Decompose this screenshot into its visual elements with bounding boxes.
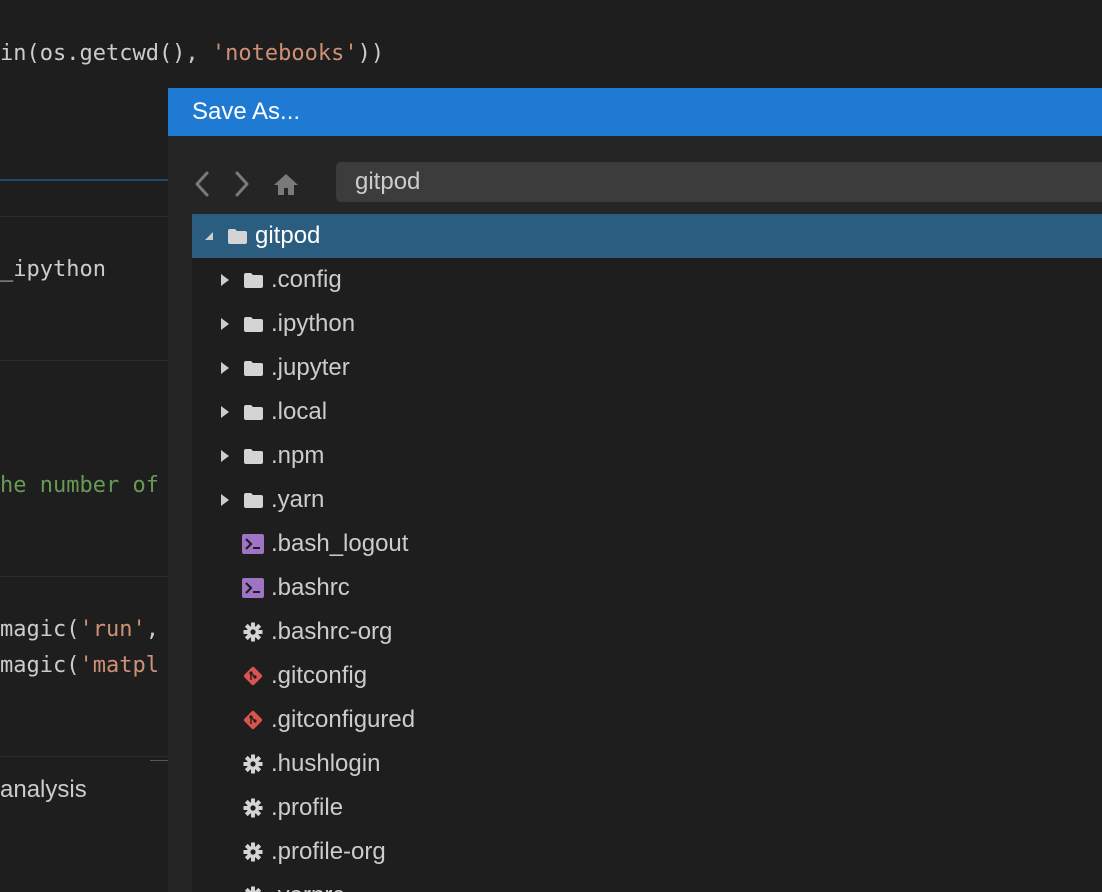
code-line[interactable]: magic('run', [0,612,159,648]
code-line[interactable]: in(os.getcwd(), 'notebooks')) [0,36,384,72]
gear-icon [242,621,264,643]
gear-icon [242,841,264,863]
tree-folder-row[interactable]: .npm [192,434,1102,478]
home-button[interactable] [270,168,302,200]
cell-divider [0,360,168,361]
folder-icon [242,401,264,423]
gear-icon [242,797,264,819]
code-text: magic( [0,653,80,678]
app-root: in(os.getcwd(), 'notebooks')) _ipython h… [0,0,1102,892]
folder-icon [242,445,264,467]
caret-right-icon[interactable] [220,362,230,374]
tree-folder-row[interactable]: .yarn [192,478,1102,522]
code-text: in(os.getcwd(), [0,41,212,66]
tree-file-row[interactable]: .gitconfig [192,654,1102,698]
code-text: , [145,617,159,642]
folder-icon [242,269,264,291]
caret-right-icon[interactable] [220,274,230,286]
folder-icon [242,313,264,335]
dialog-title: Save As... [168,88,1102,136]
path-input[interactable] [336,162,1102,202]
tree-item-label: .hushlogin [271,750,381,777]
code-comment: he number of [0,473,159,498]
caret-right-icon[interactable] [220,494,230,506]
caret-down-icon[interactable] [204,230,214,242]
tree-item-label: .npm [271,442,325,469]
code-string: 'notebooks' [211,41,358,66]
code-string: 'run' [79,617,146,642]
tree-item-label: .bash_logout [271,530,409,557]
tree-folder-row[interactable]: .config [192,258,1102,302]
folder-icon [242,357,264,379]
tree-file-row[interactable]: .profile [192,786,1102,830]
code-text: )) [357,41,385,66]
tree-item-label: .yarn [271,486,325,513]
gear-icon [242,753,264,775]
folder-icon [242,489,264,511]
save-as-dialog: Save As... gitpod .config .ipython .jupyter… [168,88,1102,892]
caret-right-icon[interactable] [220,406,230,418]
tree-item-label: .jupyter [271,354,350,381]
tree-file-row[interactable]: .hushlogin [192,742,1102,786]
terminal-file-icon [242,577,264,599]
markdown-text: analysis [0,776,87,803]
chevron-left-icon [195,171,209,197]
cell-marker [150,760,168,761]
tree-item-label: .profile [271,794,344,821]
tree-folder-row[interactable]: gitpod [192,214,1102,258]
terminal-file-icon [242,533,264,555]
cell-divider [0,216,168,217]
git-icon [242,665,264,687]
file-tree[interactable]: gitpod .config .ipython .jupyter .local .npm.… [192,214,1102,892]
forward-button[interactable] [226,168,258,200]
caret-right-icon[interactable] [220,318,230,330]
code-line[interactable]: magic('matpl [0,648,159,684]
gear-icon [242,885,264,892]
tree-item-label: gitpod [255,222,321,249]
tree-item-label: .gitconfigured [271,706,416,733]
tree-file-row[interactable]: .bash_logout [192,522,1102,566]
navigation-bar [168,162,1102,206]
tree-file-row[interactable]: .bashrc-org [192,610,1102,654]
caret-right-icon[interactable] [220,450,230,462]
tree-file-row[interactable]: .gitconfigured [192,698,1102,742]
code-text: magic( [0,617,80,642]
tree-item-label: .gitconfig [271,662,368,689]
tree-item-label: .config [271,266,342,293]
home-icon [274,174,298,195]
code-line[interactable]: _ipython [0,252,106,288]
tree-item-label: .ipython [271,310,356,337]
cell-focus-border [0,179,168,181]
tree-item-label: .bashrc [271,574,350,601]
tree-file-row[interactable]: .profile-org [192,830,1102,874]
folder-icon [226,225,248,247]
tree-item-label: .profile-org [271,838,386,865]
tree-folder-row[interactable]: .local [192,390,1102,434]
tree-folder-row[interactable]: .ipython [192,302,1102,346]
tree-item-label: .bashrc-org [271,618,393,645]
back-button[interactable] [186,168,218,200]
cell-divider [0,756,168,757]
chevron-right-icon [235,171,249,197]
cell-divider [0,576,168,577]
tree-file-row[interactable]: .yarnrc [192,874,1102,892]
code-text: _ipython [0,257,106,282]
tree-folder-row[interactable]: .jupyter [192,346,1102,390]
code-line[interactable]: he number of [0,468,159,504]
tree-item-label: .yarnrc [271,882,344,892]
git-icon [242,709,264,731]
tree-item-label: .local [271,398,328,425]
code-string: 'matpl [79,653,159,678]
tree-file-row[interactable]: .bashrc [192,566,1102,610]
